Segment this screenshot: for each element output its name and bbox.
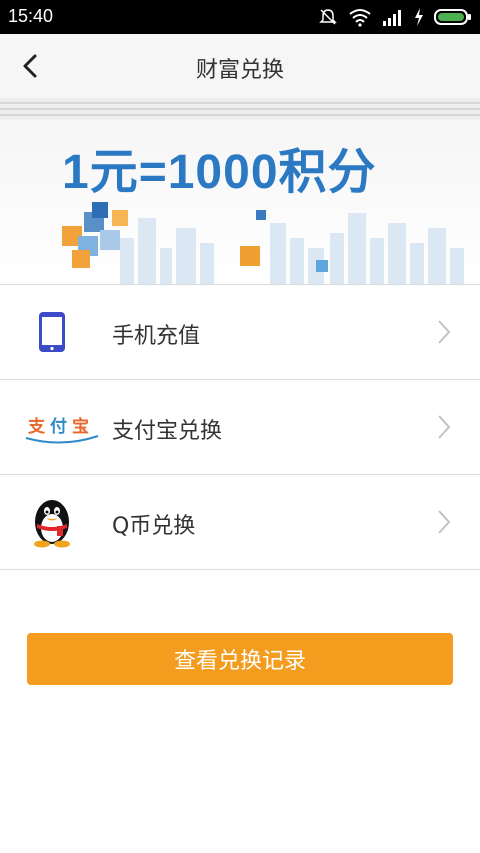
status-time: 15:40 [8,6,54,26]
exchange-list: 手机充值 支 付 宝 支付宝兑换 Q币兑换 [0,284,480,570]
svg-text:宝: 宝 [72,416,89,437]
list-item-label: Q币兑换 [112,514,196,539]
list-item-alipay[interactable]: 支 付 宝 支付宝兑换 [0,379,480,474]
list-item-label: 支付宝兑换 [112,419,223,444]
list-item-label: 手机充值 [112,324,201,349]
chevron-right-icon [438,320,451,344]
chevron-right-icon [438,510,451,534]
wifi-icon [349,9,371,27]
banner-headline: 1元=1000积分 [62,146,377,199]
alipay-logo: 支 付 宝 [24,397,100,457]
list-item-phone-recharge[interactable]: 手机充值 [0,284,480,379]
silent-bell-icon [319,9,337,25]
status-icons [318,6,472,28]
view-exchange-records-button[interactable]: 查看兑换记录 [27,633,453,685]
phone-icon [22,302,82,362]
page-title: 财富兑换 [195,58,284,83]
title-bar: 财富兑换 [0,34,480,99]
qq-penguin-icon [22,492,82,552]
svg-text:付: 付 [50,416,67,437]
charging-icon [415,8,423,26]
list-item-qcoin[interactable]: Q币兑换 [0,474,480,570]
chevron-right-icon [438,415,451,439]
svg-text:支: 支 [28,416,46,437]
signal-icon [383,10,401,26]
status-bar: 15:40 [0,0,480,34]
banner: 1元=1000积分 [0,98,480,284]
battery-icon [434,9,471,25]
